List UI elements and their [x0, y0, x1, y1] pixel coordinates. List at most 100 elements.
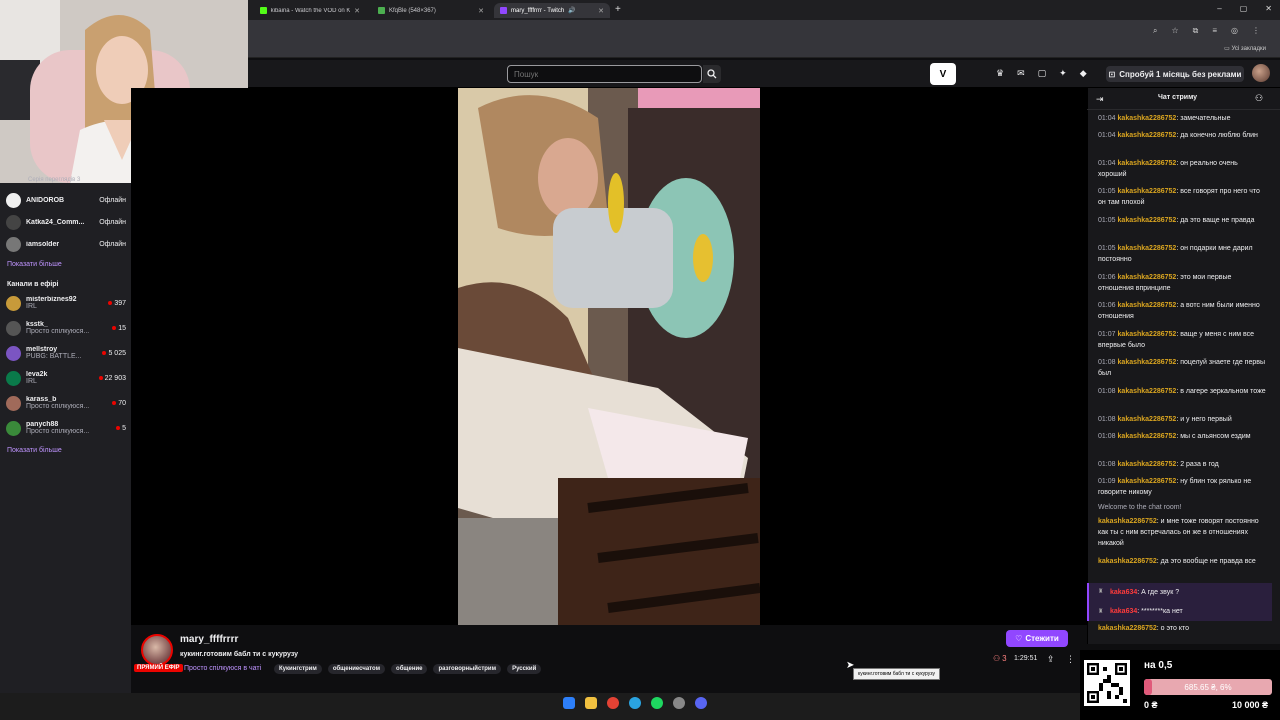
chat-username[interactable]: kakashka2286752 — [1118, 115, 1177, 122]
new-tab-button[interactable]: + — [615, 4, 621, 15]
sidebar-live-channel[interactable]: leva2k IRL 22 903 — [6, 367, 126, 389]
channel-category: Просто спілкуюся... — [26, 328, 90, 335]
chat-text: : замечательные — [1176, 115, 1231, 122]
collapse-chat-icon[interactable]: ⇥ — [1096, 94, 1104, 105]
sidebar-live-channel[interactable]: ksstk_ Просто спілкуюся... 15 — [6, 317, 126, 339]
sidebar-live-channel[interactable]: karass_b Просто спілкуюся... 70 — [6, 392, 126, 414]
extensions-icon[interactable]: ⧉ — [1193, 26, 1199, 36]
chat-timestamp: 01:08 — [1098, 433, 1116, 440]
search-input[interactable] — [507, 65, 702, 83]
profile-icon[interactable]: ◎ — [1231, 26, 1238, 36]
sidebar-live-channel[interactable]: mellstroy PUBG: BATTLE... 5 025 — [6, 342, 126, 364]
turbo-logo[interactable]: V — [930, 63, 956, 85]
chat-username[interactable]: kakashka2286752 — [1118, 461, 1177, 468]
tag-chip[interactable]: общение — [391, 664, 428, 674]
bits-icon[interactable]: ◆ — [1080, 68, 1087, 79]
settings-icon[interactable] — [673, 697, 685, 709]
qr-code-icon — [1087, 663, 1127, 703]
window-controls: – ▢ ✕ — [1217, 4, 1272, 13]
live-dot-icon — [112, 326, 117, 330]
chat-timestamp: 01:05 — [1098, 217, 1116, 224]
bookmark-star-icon[interactable]: ☆ — [1171, 26, 1178, 36]
chat-username[interactable]: kakashka2286752 — [1118, 388, 1177, 395]
chat-username[interactable]: kakashka2286752 — [1118, 416, 1177, 423]
reading-list-icon[interactable]: ≡ — [1212, 26, 1217, 36]
discord-icon[interactable] — [695, 697, 707, 709]
show-more-link[interactable]: Показати більше — [7, 261, 62, 268]
kick-favicon-icon — [260, 7, 267, 14]
inbox-icon[interactable]: ✉ — [1017, 68, 1025, 79]
close-window-icon[interactable]: ✕ — [1265, 4, 1272, 13]
os-taskbar — [0, 693, 1080, 720]
chat-username[interactable]: kakashka2286752 — [1118, 217, 1177, 224]
chat-username[interactable]: kakashka2286752 — [1098, 558, 1157, 565]
browser-tab-image[interactable]: KfqBle (548×367) ✕ — [372, 3, 490, 18]
sidebar-channel-anidorob[interactable]: ANIDOROB Офлайн — [6, 189, 126, 211]
tag-chip[interactable]: разговорныйстрим — [433, 664, 502, 674]
telegram-icon[interactable] — [629, 697, 641, 709]
video-frame[interactable] — [458, 88, 760, 625]
drops-icon[interactable]: ✦ — [1059, 68, 1067, 79]
minimize-icon[interactable]: – — [1217, 4, 1221, 13]
sidebar-channel-iamsolder[interactable]: iamsolder Офлайн — [6, 233, 126, 255]
sidebar-channel-katka24[interactable]: Katka24_Comm... Офлайн — [6, 211, 126, 233]
zoom-icon[interactable]: ⌕ — [1153, 26, 1157, 36]
chat-username[interactable]: kakashka2286752 — [1118, 478, 1177, 485]
chat-timestamp: 01:05 — [1098, 188, 1116, 195]
chat-username[interactable]: kakashka2286752 — [1118, 433, 1177, 440]
maximize-icon[interactable]: ▢ — [1240, 4, 1248, 13]
ad-free-trial-button[interactable]: ⊡ Спробуй 1 місяць без реклами — [1106, 66, 1244, 82]
tag-chip[interactable]: общениесчатом — [327, 664, 386, 674]
channel-avatar[interactable] — [141, 634, 173, 666]
chat-username[interactable]: kakashka2286752 — [1118, 132, 1177, 139]
browser-tab-twitch[interactable]: mary_ffffrrrr - Twitch 🔊 ✕ — [494, 3, 610, 18]
person-icon: ⚇ — [993, 654, 1001, 663]
spotify-icon[interactable] — [651, 697, 663, 709]
chat-username[interactable]: kakashka2286752 — [1118, 245, 1177, 252]
channel-category: IRL — [26, 378, 37, 385]
chat-message: kakashka2286752: и мне тоже говорят пост… — [1098, 516, 1268, 549]
chat-username[interactable]: kakashka2286752 — [1098, 625, 1157, 632]
browser-tab-kick[interactable]: kibaina - Watch the VOD on Ki ✕ — [254, 3, 366, 18]
chat-username[interactable]: kaka634 — [1110, 589, 1137, 596]
follow-button[interactable]: ♡ Стежити — [1006, 630, 1068, 647]
channel-avatar — [6, 320, 21, 336]
stream-category-link[interactable]: Просто спілкуюся в чаті — [184, 665, 261, 672]
channel-name: ANIDOROB — [26, 196, 65, 204]
menu-icon[interactable]: ⋮ — [1252, 26, 1260, 36]
chat-username[interactable]: kakashka2286752 — [1118, 331, 1177, 338]
close-tab-icon[interactable]: ✕ — [354, 7, 360, 15]
sidebar: Серія переглядів 3 ANIDOROB Офлайн Katka… — [0, 177, 131, 693]
tag-chip[interactable]: Русский — [507, 664, 542, 674]
sidebar-live-channel[interactable]: panych88 Просто спілкуюся... 5 — [6, 417, 126, 439]
chat-username[interactable]: kakashka2286752 — [1118, 274, 1177, 281]
user-avatar[interactable] — [1252, 64, 1270, 82]
goal-progress-label: 685.65 ₴, 6% — [1184, 682, 1232, 692]
chat-username[interactable]: kakashka2286752 — [1118, 359, 1177, 366]
windows-start-icon[interactable] — [563, 697, 575, 709]
chat-users-icon[interactable]: ⚇ — [1255, 93, 1263, 104]
chat-username[interactable]: kakashka2286752 — [1118, 302, 1177, 309]
channel-name[interactable]: mary_ffffrrrr — [180, 634, 238, 645]
chrome-icon[interactable] — [607, 697, 619, 709]
chat-text: : ********ка нет — [1137, 608, 1183, 615]
whispers-icon[interactable]: ▢ — [1038, 68, 1047, 79]
show-more-link[interactable]: Показати більше — [7, 447, 62, 454]
chat-username[interactable]: kakashka2286752 — [1118, 188, 1177, 195]
speaker-icon[interactable]: 🔊 — [568, 7, 575, 14]
close-tab-icon[interactable]: ✕ — [598, 7, 604, 15]
more-options-icon[interactable]: ⋮ — [1066, 654, 1075, 665]
live-badge: ПРЯМИЙ ЕФІР — [134, 664, 183, 672]
chat-username[interactable]: kakashka2286752 — [1118, 160, 1177, 167]
all-bookmarks-button[interactable]: ▭ Усі закладки — [1224, 45, 1266, 52]
tag-chip[interactable]: Кукингстрим — [274, 664, 322, 674]
tab-title: kibaina - Watch the VOD on Ki — [270, 7, 351, 14]
search-button[interactable] — [703, 65, 721, 83]
share-icon[interactable]: ⇪ — [1047, 654, 1055, 665]
file-explorer-icon[interactable] — [585, 697, 597, 709]
chat-username[interactable]: kakashka2286752 — [1098, 518, 1157, 525]
chat-username[interactable]: kaka634 — [1110, 608, 1137, 615]
close-tab-icon[interactable]: ✕ — [478, 7, 484, 15]
crown-icon[interactable]: ♛ — [996, 68, 1004, 79]
sidebar-live-channel[interactable]: misterbiznes92 IRL 397 — [6, 292, 126, 314]
